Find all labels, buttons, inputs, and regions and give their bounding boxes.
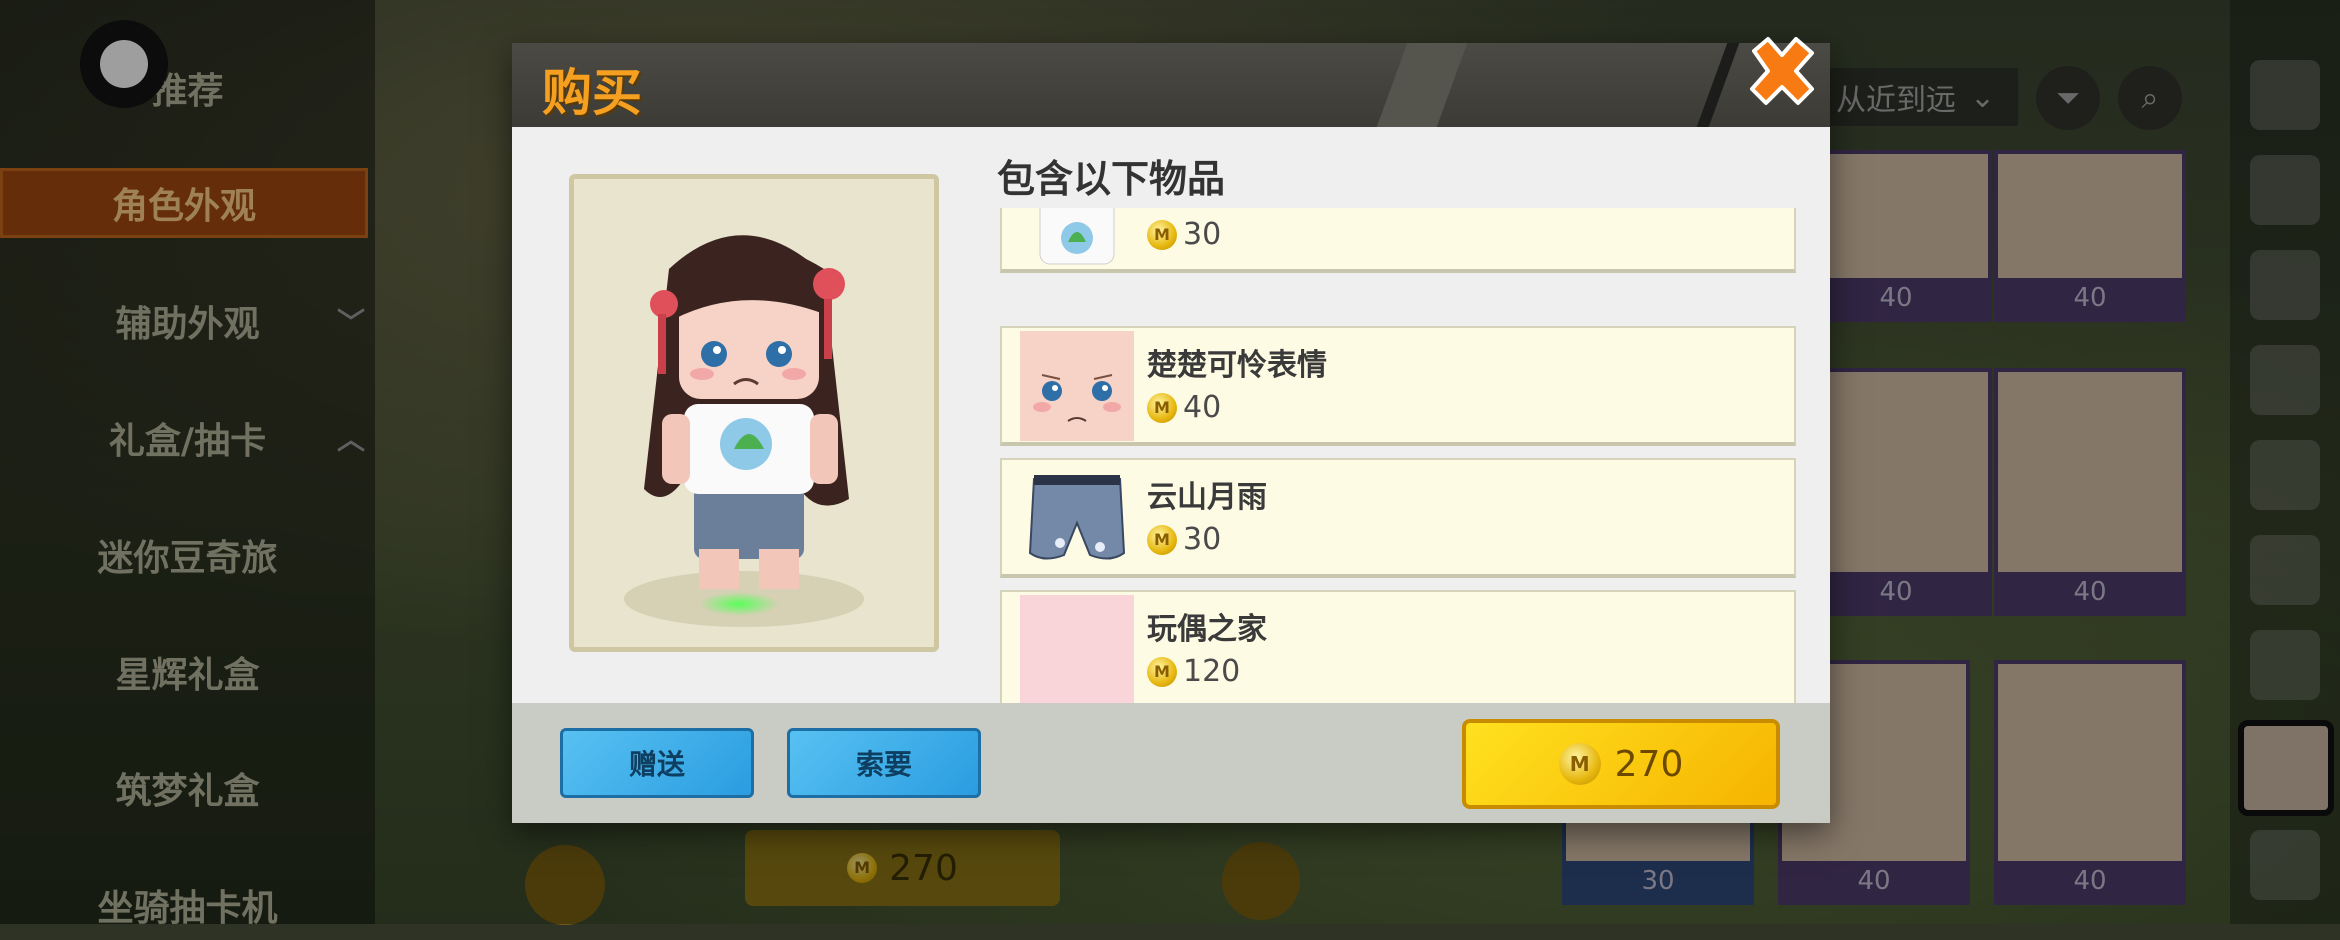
item-name: 玩偶之家 xyxy=(1147,612,1267,647)
included-items-list[interactable]: M 30 楚楚可怜表情 M 40 云山月雨 M 30 玩偶之家 M 120 xyxy=(1000,208,1796,718)
coin-icon: M xyxy=(1147,392,1177,423)
skin-thumbnail xyxy=(1020,595,1134,705)
item-price: M 30 xyxy=(1147,522,1221,557)
gift-button[interactable]: 赠送 xyxy=(560,728,754,798)
character-preview xyxy=(569,174,939,652)
close-icon xyxy=(1750,37,1814,105)
item-price: M 120 xyxy=(1147,654,1240,689)
purchase-dialog: 购买 包含以下物品 M 30 楚楚可怜表情 M 40 云山月雨 M 30 玩偶之… xyxy=(512,37,1830,823)
coin-icon: M xyxy=(1147,656,1177,687)
coin-icon: M xyxy=(1147,219,1177,250)
header-decoration xyxy=(1696,43,1740,127)
character-avatar xyxy=(574,179,934,647)
close-button[interactable] xyxy=(1740,31,1824,115)
list-item[interactable]: 云山月雨 M 30 xyxy=(1000,458,1796,578)
buy-button[interactable]: M 270 xyxy=(1462,719,1780,809)
coin-icon: M xyxy=(1147,524,1177,555)
total-price: 270 xyxy=(1614,743,1684,785)
dialog-title: 购买 xyxy=(542,64,642,122)
contains-items-title: 包含以下物品 xyxy=(997,157,1226,201)
shirt-thumbnail xyxy=(1039,208,1115,265)
header-decoration xyxy=(1376,43,1468,127)
item-price: M 30 xyxy=(1147,217,1221,252)
pants-thumbnail xyxy=(1028,475,1126,560)
item-name: 楚楚可怜表情 xyxy=(1147,348,1327,383)
dialog-header: 购买 xyxy=(512,43,1830,127)
list-item[interactable]: 玩偶之家 M 120 xyxy=(1000,590,1796,710)
coin-icon: M xyxy=(1558,743,1601,785)
item-name: 云山月雨 xyxy=(1147,480,1267,515)
list-item[interactable]: M 30 xyxy=(1000,208,1796,273)
face-thumbnail xyxy=(1020,331,1134,441)
item-price: M 40 xyxy=(1147,390,1221,425)
request-button[interactable]: 索要 xyxy=(787,728,981,798)
list-item[interactable]: 楚楚可怜表情 M 40 xyxy=(1000,326,1796,446)
